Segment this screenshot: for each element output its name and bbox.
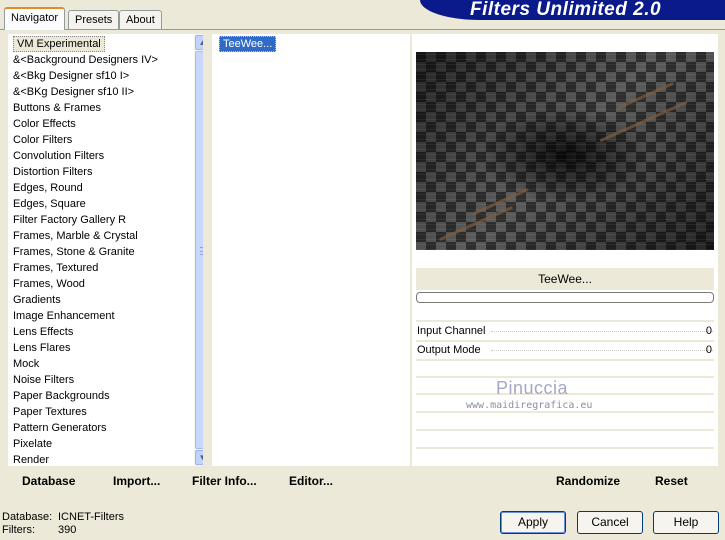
- category-item[interactable]: Lens Flares: [13, 340, 70, 356]
- category-item[interactable]: Convolution Filters: [13, 148, 104, 164]
- grip-icon: [200, 247, 203, 255]
- category-item[interactable]: Image Enhancement: [13, 308, 115, 324]
- filter-info-button[interactable]: Filter Info...: [192, 474, 257, 488]
- scroll-thumb[interactable]: [195, 51, 203, 449]
- filter-list[interactable]: TeeWee...: [212, 34, 410, 466]
- scroll-up-icon[interactable]: ▲: [195, 35, 203, 50]
- preview-scanlines: [416, 52, 714, 250]
- divider: [416, 447, 714, 449]
- category-item[interactable]: Paper Textures: [13, 404, 87, 420]
- category-item[interactable]: &<Background Designers IV>: [13, 52, 158, 68]
- category-item[interactable]: Lens Effects: [13, 324, 73, 340]
- category-item[interactable]: &<Bkg Designer sf10 I>: [13, 68, 129, 84]
- banner-title: Filters Unlimited 2.0: [470, 0, 662, 20]
- help-button[interactable]: Help: [653, 511, 719, 534]
- category-item[interactable]: Pattern Generators: [13, 420, 107, 436]
- category-item[interactable]: Noise Filters: [13, 372, 74, 388]
- category-item[interactable]: Filter Factory Gallery R: [13, 212, 126, 228]
- divider: [416, 359, 714, 361]
- cancel-button[interactable]: Cancel: [577, 511, 643, 534]
- tab-strip-baseline: [0, 29, 725, 30]
- category-item[interactable]: Color Filters: [13, 132, 72, 148]
- category-item[interactable]: &<BKg Designer sf10 II>: [13, 84, 134, 100]
- category-item[interactable]: Gradients: [13, 292, 61, 308]
- reset-button[interactable]: Reset: [655, 474, 688, 488]
- param-label: Output Mode: [417, 344, 481, 356]
- tab-about[interactable]: About: [119, 10, 162, 29]
- category-item[interactable]: Mock: [13, 356, 39, 372]
- category-item[interactable]: Edges, Round: [13, 180, 83, 196]
- tab-navigator[interactable]: Navigator: [4, 7, 66, 30]
- import-button[interactable]: Import...: [113, 474, 160, 488]
- filters-count: 390: [58, 524, 77, 536]
- category-item[interactable]: Render: [13, 452, 49, 466]
- category-scrollbar[interactable]: ▲ ▼: [194, 34, 203, 466]
- filter-name-bar: TeeWee...: [416, 268, 714, 290]
- param-label: Input Channel: [417, 325, 486, 337]
- filter-item-teewee[interactable]: TeeWee...: [219, 36, 277, 52]
- param-slider[interactable]: [491, 331, 713, 332]
- watermark-url: www.maidiregrafica.eu: [466, 400, 593, 411]
- category-item[interactable]: Frames, Wood: [13, 276, 85, 292]
- tab-presets[interactable]: Presets: [68, 10, 120, 29]
- watermark-title: Pinuccia: [496, 378, 569, 398]
- randomize-button[interactable]: Randomize: [556, 474, 620, 488]
- divider: [416, 411, 714, 413]
- scroll-down-icon[interactable]: ▼: [195, 450, 203, 465]
- category-item[interactable]: Buttons & Frames: [13, 100, 101, 116]
- category-item[interactable]: Paper Backgrounds: [13, 388, 110, 404]
- category-item[interactable]: Frames, Marble & Crystal: [13, 228, 138, 244]
- apply-button[interactable]: Apply: [500, 511, 566, 534]
- param-value: 0: [705, 325, 712, 337]
- filter-name: TeeWee...: [538, 272, 592, 286]
- database-value: ICNET-Filters: [58, 511, 124, 523]
- category-item[interactable]: Frames, Stone & Granite: [13, 244, 135, 260]
- preview-image: [416, 52, 714, 250]
- editor-button[interactable]: Editor...: [289, 474, 333, 488]
- category-item[interactable]: VM Experimental: [13, 36, 105, 52]
- category-item[interactable]: Pixelate: [13, 436, 52, 452]
- progress-bar: [416, 292, 714, 303]
- category-list[interactable]: VM Experimental &<Background Designers IV…: [8, 34, 203, 466]
- divider: [416, 429, 714, 431]
- category-item[interactable]: Color Effects: [13, 116, 76, 132]
- param-value: 0: [705, 344, 712, 356]
- database-button[interactable]: Database: [22, 474, 75, 488]
- category-item[interactable]: Frames, Textured: [13, 260, 98, 276]
- divider: [416, 320, 714, 322]
- database-label: Database:: [2, 511, 53, 523]
- param-slider[interactable]: [491, 350, 713, 351]
- param-output-mode[interactable]: Output Mode 0: [416, 342, 714, 359]
- param-input-channel[interactable]: Input Channel 0: [416, 323, 714, 340]
- filters-label: Filters:: [2, 524, 35, 536]
- category-item[interactable]: Edges, Square: [13, 196, 86, 212]
- category-item[interactable]: Distortion Filters: [13, 164, 92, 180]
